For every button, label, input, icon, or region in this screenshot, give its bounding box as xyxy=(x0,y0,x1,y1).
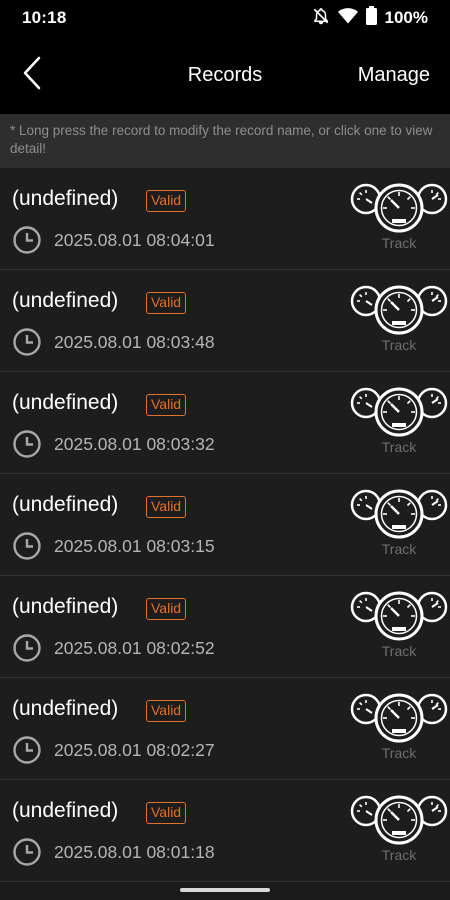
records-list: (undefined) Valid 2025.08.01 08:04:01 Tr… xyxy=(0,168,450,882)
hint-text: * Long press the record to modify the re… xyxy=(0,114,450,168)
record-name: (undefined) xyxy=(12,391,119,414)
record-datetime: 2025.08.01 08:02:27 xyxy=(54,740,215,760)
manage-button[interactable]: Manage xyxy=(358,64,430,87)
notifications-off-icon xyxy=(312,7,330,30)
record-datetime: 2025.08.01 08:03:32 xyxy=(54,434,215,454)
track-label[interactable]: Track xyxy=(350,337,448,353)
status-icons: 100% xyxy=(312,6,428,30)
wifi-icon xyxy=(337,7,358,30)
back-button[interactable] xyxy=(12,54,52,96)
status-badge: Valid xyxy=(146,700,187,722)
status-time: 10:18 xyxy=(22,8,67,27)
home-indicator[interactable] xyxy=(180,888,270,892)
record-row[interactable]: (undefined) Valid 2025.08.01 08:02:52 Tr… xyxy=(0,576,450,678)
record-datetime: 2025.08.01 08:04:01 xyxy=(54,230,215,250)
record-row[interactable]: (undefined) Valid 2025.08.01 08:04:01 Tr… xyxy=(0,168,450,270)
chevron-left-icon xyxy=(21,55,43,96)
track-label[interactable]: Track xyxy=(350,541,448,557)
status-badge: Valid xyxy=(146,496,187,518)
record-datetime: 2025.08.01 08:03:48 xyxy=(54,332,215,352)
record-name: (undefined) xyxy=(12,493,119,516)
record-datetime: 2025.08.01 08:02:52 xyxy=(54,638,215,658)
record-datetime: 2025.08.01 08:01:18 xyxy=(54,842,215,862)
record-row[interactable]: (undefined) Valid 2025.08.01 08:03:48 Tr… xyxy=(0,270,450,372)
app-bar: Records Manage xyxy=(0,36,450,114)
record-row[interactable]: (undefined) Valid 2025.08.01 08:03:15 Tr… xyxy=(0,474,450,576)
record-row[interactable]: (undefined) Valid 2025.08.01 08:03:32 Tr… xyxy=(0,372,450,474)
record-name: (undefined) xyxy=(12,187,119,210)
record-name: (undefined) xyxy=(12,289,119,312)
track-label[interactable]: Track xyxy=(350,235,448,251)
status-badge: Valid xyxy=(146,190,187,212)
record-name: (undefined) xyxy=(12,799,119,822)
status-badge: Valid xyxy=(146,292,187,314)
status-badge: Valid xyxy=(146,394,187,416)
status-badge: Valid xyxy=(146,802,187,824)
record-row[interactable]: (undefined) Valid 2025.08.01 08:02:27 Tr… xyxy=(0,678,450,780)
record-name: (undefined) xyxy=(12,595,119,618)
track-label[interactable]: Track xyxy=(350,643,448,659)
record-datetime: 2025.08.01 08:03:15 xyxy=(54,536,215,556)
status-bar: 10:18 100% xyxy=(0,0,450,36)
record-name: (undefined) xyxy=(12,697,119,720)
battery-icon xyxy=(365,6,377,30)
track-label[interactable]: Track xyxy=(350,439,448,455)
track-label[interactable]: Track xyxy=(350,847,448,863)
track-label[interactable]: Track xyxy=(350,745,448,761)
status-badge: Valid xyxy=(146,598,187,620)
battery-percent: 100% xyxy=(384,8,428,27)
record-row[interactable]: (undefined) Valid 2025.08.01 08:01:18 Tr… xyxy=(0,780,450,882)
